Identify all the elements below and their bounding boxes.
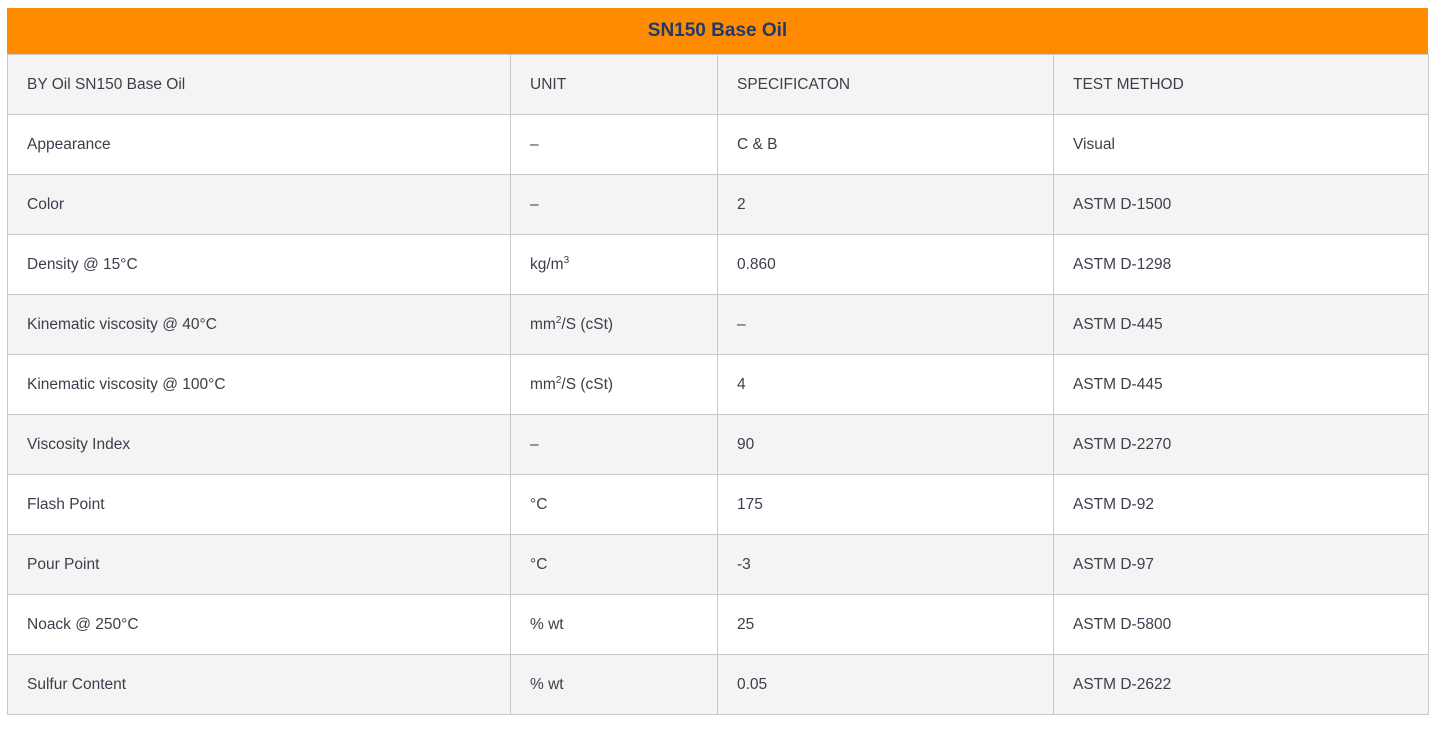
cell-unit: % wt	[510, 654, 718, 715]
cell-property: Kinematic viscosity @ 40°C	[7, 294, 511, 355]
column-header-specification: SPECIFICATON	[717, 54, 1054, 115]
cell-test-method: ASTM D-92	[1053, 474, 1429, 535]
unit-text: °C	[530, 555, 548, 573]
table-row: Kinematic viscosity @ 40°C mm2/S (cSt) – AS…	[7, 294, 1429, 355]
unit-text: mm	[530, 375, 556, 393]
table-row: Pour Point °C -3 ASTM D-97	[7, 534, 1429, 595]
cell-test-method: ASTM D-445	[1053, 294, 1429, 355]
table-title-bar: SN150 Base Oil	[7, 8, 1428, 54]
cell-specification: 25	[717, 594, 1054, 655]
cell-specification: 2	[717, 174, 1054, 235]
table-title: SN150 Base Oil	[647, 20, 788, 41]
cell-unit: –	[510, 114, 718, 175]
cell-property: Color	[7, 174, 511, 235]
cell-specification: 175	[717, 474, 1054, 535]
cell-property: Kinematic viscosity @ 100°C	[7, 354, 511, 415]
spec-table-container: SN150 Base Oil BY Oil SN150 Base Oil UNI…	[7, 8, 1429, 715]
unit-superscript: 3	[563, 254, 570, 266]
cell-property: Appearance	[7, 114, 511, 175]
table-row: Appearance – C & B Visual	[7, 114, 1429, 175]
cell-test-method: ASTM D-5800	[1053, 594, 1429, 655]
cell-specification: 0.05	[717, 654, 1054, 715]
cell-unit: mm2/S (cSt)	[510, 354, 718, 415]
column-header-property: BY Oil SN150 Base Oil	[7, 54, 511, 115]
cell-specification: -3	[717, 534, 1054, 595]
table-header-row: BY Oil SN150 Base Oil UNIT SPECIFICATON …	[7, 54, 1429, 115]
cell-property: Sulfur Content	[7, 654, 511, 715]
cell-unit: °C	[510, 474, 718, 535]
cell-unit: –	[510, 414, 718, 475]
table-row: Noack @ 250°C % wt 25 ASTM D-5800	[7, 594, 1429, 655]
cell-test-method: ASTM D-97	[1053, 534, 1429, 595]
cell-property: Viscosity Index	[7, 414, 511, 475]
unit-suffix: /S (cSt)	[561, 315, 614, 333]
cell-unit: –	[510, 174, 718, 235]
cell-specification: C & B	[717, 114, 1054, 175]
cell-property: Density @ 15°C	[7, 234, 511, 295]
cell-unit: kg/m3	[510, 234, 718, 295]
table-row: Color – 2 ASTM D-1500	[7, 174, 1429, 235]
cell-property: Noack @ 250°C	[7, 594, 511, 655]
unit-text: –	[530, 435, 539, 453]
unit-text: % wt	[530, 675, 564, 693]
table-row: Kinematic viscosity @ 100°C mm2/S (cSt) 4 A…	[7, 354, 1429, 415]
table-row: Sulfur Content % wt 0.05 ASTM D-2622	[7, 654, 1429, 715]
cell-test-method: ASTM D-2622	[1053, 654, 1429, 715]
column-header-test-method: TEST METHOD	[1053, 54, 1429, 115]
cell-test-method: ASTM D-1298	[1053, 234, 1429, 295]
cell-property: Pour Point	[7, 534, 511, 595]
table-row: Viscosity Index – 90 ASTM D-2270	[7, 414, 1429, 475]
unit-text: °C	[530, 495, 548, 513]
cell-specification: 0.860	[717, 234, 1054, 295]
cell-specification: 4	[717, 354, 1054, 415]
cell-unit: °C	[510, 534, 718, 595]
cell-unit: mm2/S (cSt)	[510, 294, 718, 355]
unit-text: % wt	[530, 615, 564, 633]
column-header-unit: UNIT	[510, 54, 718, 115]
cell-property: Flash Point	[7, 474, 511, 535]
cell-test-method: Visual	[1053, 114, 1429, 175]
table-row: Density @ 15°C kg/m3 0.860 ASTM D-1298	[7, 234, 1429, 295]
unit-text: kg/m	[530, 255, 564, 273]
cell-test-method: ASTM D-445	[1053, 354, 1429, 415]
cell-specification: –	[717, 294, 1054, 355]
unit-text: –	[530, 135, 539, 153]
cell-test-method: ASTM D-1500	[1053, 174, 1429, 235]
cell-specification: 90	[717, 414, 1054, 475]
unit-suffix: /S (cSt)	[561, 375, 614, 393]
unit-text: mm	[530, 315, 556, 333]
cell-test-method: ASTM D-2270	[1053, 414, 1429, 475]
spec-table: BY Oil SN150 Base Oil UNIT SPECIFICATON …	[7, 54, 1429, 715]
unit-text: –	[530, 195, 539, 213]
cell-unit: % wt	[510, 594, 718, 655]
table-row: Flash Point °C 175 ASTM D-92	[7, 474, 1429, 535]
